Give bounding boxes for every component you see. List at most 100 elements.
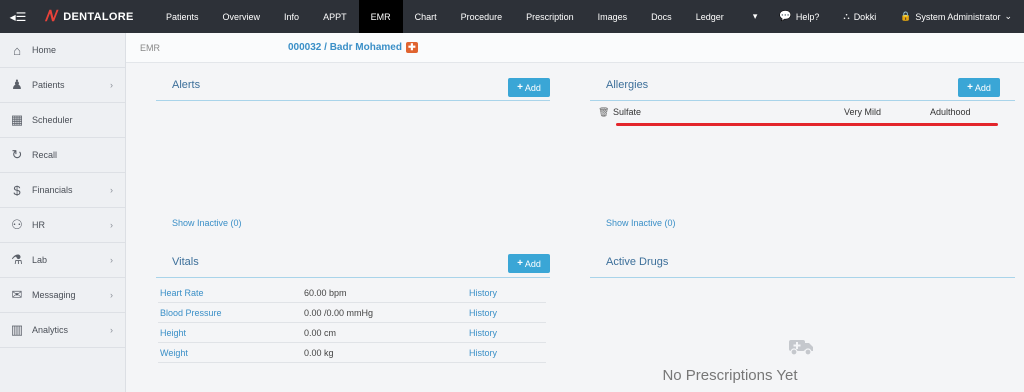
vital-name-link[interactable]: Heart Rate — [158, 288, 304, 298]
tab-patients[interactable]: Patients — [154, 0, 211, 33]
highlight-underline — [616, 123, 998, 126]
chevron-right-icon: › — [110, 80, 113, 90]
add-allergy-label: Add — [974, 82, 991, 93]
recall-icon: ↻ — [11, 147, 23, 162]
history-link[interactable]: History — [469, 348, 497, 358]
add-allergy-button[interactable]: + Add — [958, 78, 1000, 97]
history-link[interactable]: History — [469, 308, 497, 318]
sidebar-toggle-icon[interactable]: ◂☰ — [0, 0, 36, 33]
allergies-show-inactive[interactable]: Show Inactive (0) — [606, 218, 676, 228]
vital-name-link[interactable]: Blood Pressure — [158, 308, 304, 318]
tab-appt[interactable]: APPT — [311, 0, 359, 33]
lock-icon: 🔒 — [900, 11, 912, 21]
vital-value: 0.00 kg — [304, 347, 334, 358]
vitals-title: Vitals — [172, 256, 199, 268]
patient-link[interactable]: 000032 / Badr Mohamed ✚ — [288, 42, 418, 53]
tab-emr[interactable]: EMR — [358, 0, 403, 33]
active-drugs-divider — [590, 277, 1015, 278]
tab-images[interactable]: Images — [586, 0, 640, 33]
ambulance-icon — [789, 340, 813, 356]
table-row: Blood Pressure 0.00 /0.00 mmHg History — [158, 303, 546, 323]
add-alert-button[interactable]: + Add — [508, 78, 550, 97]
main-tabs: Patients Overview Info APPT EMR Chart Procedur… — [154, 0, 736, 33]
chevron-right-icon: › — [110, 290, 113, 300]
clinic-label: Dokki — [853, 11, 877, 22]
chevron-right-icon: › — [110, 255, 113, 265]
chevron-down-icon: ⌄ — [1004, 11, 1012, 21]
sidebar-item-financials[interactable]: $ Financials › — [0, 173, 125, 208]
help-link[interactable]: 💬 Help? — [767, 11, 831, 22]
alerts-show-inactive[interactable]: Show Inactive (0) — [172, 218, 242, 228]
active-drugs-title: Active Drugs — [606, 256, 669, 268]
add-vital-label: Add — [524, 258, 541, 269]
vitals-divider — [156, 277, 550, 278]
chat-help-icon: 💬 — [779, 11, 792, 22]
help-label: Help? — [795, 11, 820, 22]
patient-icon: ♟ — [11, 77, 23, 92]
tab-ledger[interactable]: Ledger — [684, 0, 736, 33]
logo-mark-icon: 𝑁 — [44, 8, 59, 25]
page-header: EMR 000032 / Badr Mohamed ✚ — [126, 33, 1024, 63]
flask-icon: ⚗ — [11, 252, 23, 267]
add-alert-label: Add — [524, 82, 541, 93]
tab-prescription[interactable]: Prescription — [514, 0, 586, 33]
breadcrumb: EMR — [140, 42, 160, 53]
plus-icon: + — [967, 82, 973, 93]
table-row: Heart Rate 60.00 bpm History — [158, 283, 546, 303]
sidebar-item-lab[interactable]: ⚗ Lab › — [0, 243, 125, 278]
allergy-name: Sulfate — [613, 107, 642, 117]
chevron-right-icon: › — [110, 220, 113, 230]
sidebar-item-scheduler[interactable]: ▦ Scheduler — [0, 103, 125, 138]
sidebar-item-label: HR — [32, 220, 45, 230]
add-vital-button[interactable]: + Add — [508, 254, 550, 273]
tab-docs[interactable]: Docs — [639, 0, 684, 33]
main-content: EMR 000032 / Badr Mohamed ✚ Alerts + Add… — [126, 33, 1024, 392]
sidebar-item-label: Patients — [32, 80, 65, 90]
allergies-title: Allergies — [606, 79, 649, 91]
sidebar: ⌂ Home ♟ Patients › ▦ Scheduler ↻ Recall $ Financi… — [0, 33, 126, 392]
vital-name-link[interactable]: Weight — [158, 348, 304, 358]
table-row: Weight 0.00 kg History — [158, 343, 546, 363]
trash-icon[interactable]: 🗑 — [598, 107, 609, 118]
alerts-divider — [156, 100, 550, 101]
history-link[interactable]: History — [469, 288, 497, 298]
sidebar-item-label: Lab — [32, 255, 48, 265]
sidebar-item-home[interactable]: ⌂ Home — [0, 33, 125, 68]
calendar-icon: ▦ — [10, 112, 24, 127]
vital-value: 0.00 cm — [304, 327, 337, 338]
sidebar-item-hr[interactable]: ⚇ HR › — [0, 208, 125, 243]
tab-overview[interactable]: Overview — [211, 0, 273, 33]
sidebar-item-patients[interactable]: ♟ Patients › — [0, 68, 125, 103]
top-nav: ◂☰ 𝑁 DENTALORE Patients Overview Info APPT E… — [0, 0, 1024, 33]
plus-icon: + — [517, 258, 523, 269]
sidebar-item-label: Home — [32, 45, 57, 55]
sidebar-item-label: Financials — [32, 185, 73, 195]
alerts-title: Alerts — [172, 79, 201, 91]
tab-chart[interactable]: Chart — [403, 0, 449, 33]
allergies-divider — [590, 100, 1015, 101]
brand-logo[interactable]: 𝑁 DENTALORE — [36, 8, 154, 25]
user-label: System Administrator — [915, 11, 1001, 22]
sidebar-item-messaging[interactable]: ✉ Messaging › — [0, 278, 125, 313]
sidebar-item-analytics[interactable]: ▥ Analytics › — [0, 313, 125, 348]
clinic-selector[interactable]: ⛬ Dokki — [831, 11, 888, 22]
tab-info[interactable]: Info — [272, 0, 311, 33]
user-menu[interactable]: 🔒 System Administrator ⌄ — [888, 11, 1024, 22]
more-dropdown-icon[interactable]: ▾ — [743, 11, 768, 22]
chevron-right-icon: › — [110, 185, 113, 195]
vital-value: 0.00 /0.00 mmHg — [304, 307, 374, 318]
medical-case-icon: ✚ — [405, 42, 418, 53]
sidebar-item-label: Recall — [32, 150, 58, 160]
vitals-table: Heart Rate 60.00 bpm History Blood Pressure… — [158, 283, 546, 363]
sidebar-item-recall[interactable]: ↻ Recall — [0, 138, 125, 173]
home-icon: ⌂ — [13, 42, 21, 58]
dollar-icon: $ — [13, 182, 21, 198]
tab-procedure[interactable]: Procedure — [449, 0, 515, 33]
empty-prescriptions: No Prescriptions Yet — [662, 367, 798, 384]
sitemap-icon: ⛬ — [843, 11, 850, 21]
vital-value: 60.00 bpm — [304, 287, 347, 298]
history-link[interactable]: History — [469, 328, 497, 338]
envelope-icon: ✉ — [11, 287, 23, 302]
vital-name-link[interactable]: Height — [158, 328, 304, 338]
allergy-row: 🗑 Sulfate Very Mild Adulthood — [598, 107, 1006, 121]
